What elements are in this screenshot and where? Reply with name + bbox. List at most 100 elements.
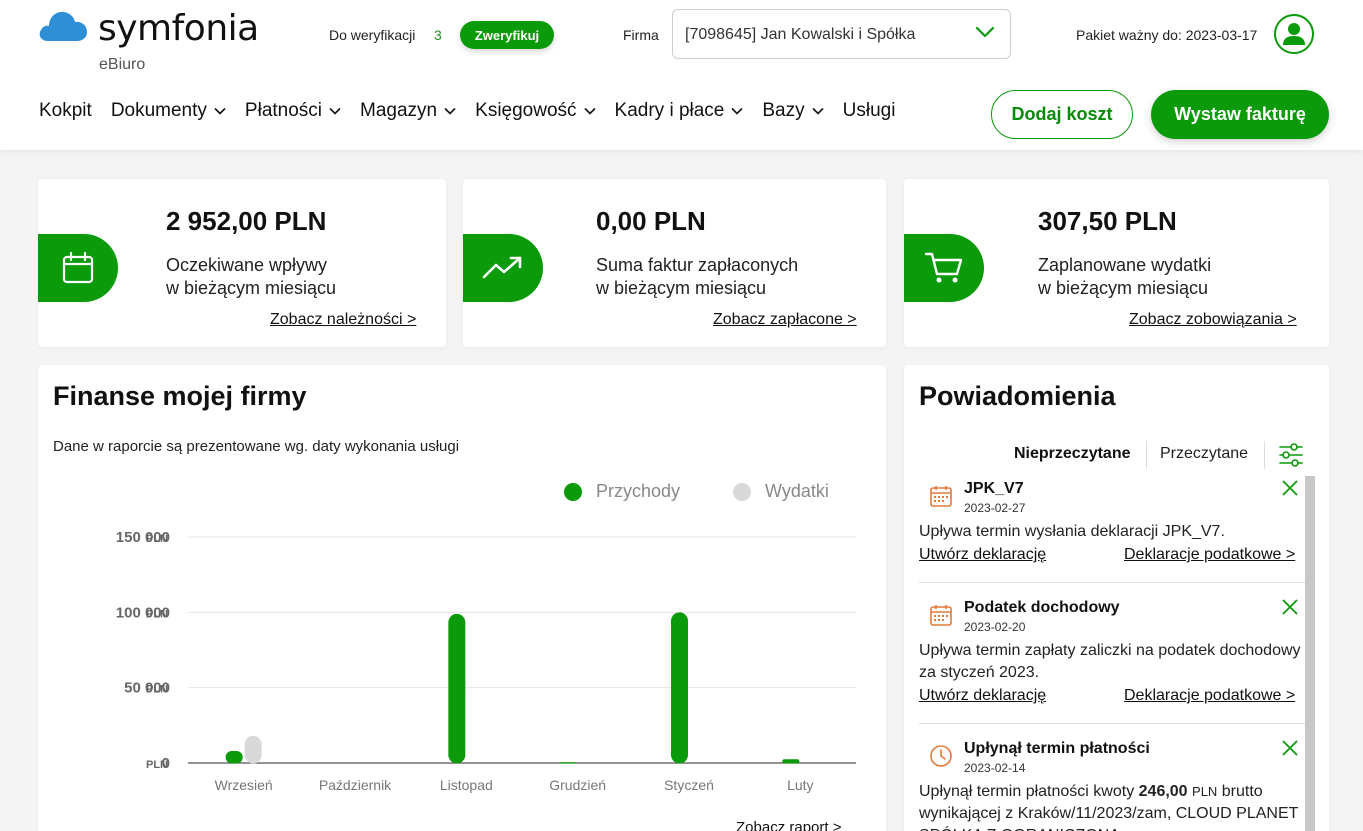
x-tick-label: Wrzesień (215, 777, 273, 793)
nav-item-uslugi[interactable]: Usługi (843, 100, 896, 122)
add-cost-button[interactable]: Dodaj koszt (991, 90, 1133, 139)
body-amount: 246,00 (1138, 783, 1188, 800)
chevron-down-icon (583, 107, 596, 115)
notification-title: Upłynął termin płatności (964, 740, 1150, 757)
close-icon[interactable] (1281, 739, 1299, 757)
finance-subtitle: Dane w raporcie są prezentowane wg. daty… (53, 438, 460, 455)
income-bar (448, 613, 466, 764)
calendar-icon (930, 486, 952, 507)
tax-declarations-link[interactable]: Deklaracje podatkowe > (1124, 546, 1295, 564)
x-tick-label: Październik (319, 777, 392, 793)
close-icon[interactable] (1281, 598, 1299, 616)
close-icon[interactable] (1281, 479, 1299, 497)
stat-description: Oczekiwane wpływy w bieżącym miesiącu (166, 255, 337, 298)
x-tick-label: Styczeń (664, 777, 714, 793)
user-icon (1283, 23, 1305, 45)
verify-button[interactable]: Zweryfikuj (460, 21, 554, 49)
x-tick-label: Luty (787, 777, 813, 793)
legend-item-income[interactable]: Przychody (564, 481, 680, 502)
nav-item-dokumenty[interactable]: Dokumenty (111, 100, 226, 122)
notification-body: Upłynął termin płatności kwoty 246,00 PL… (919, 781, 1305, 831)
notification-date: 2023-02-27 (964, 501, 1026, 515)
income-bar (225, 750, 243, 764)
verify-count: 3 (434, 27, 442, 43)
nav-item-label: Dokumenty (110, 100, 207, 121)
tab-unread[interactable]: Nieprzeczytane (1014, 445, 1131, 463)
notification-title: JPK_V7 (964, 480, 1024, 497)
stat-amount: 2 952,00 PLN (166, 206, 327, 236)
stat-amount: 307,50 PLN (1038, 206, 1177, 236)
notification-body: Upływa termin wysłania deklaracji JPK_V7… (919, 523, 1225, 540)
nav-item-kokpit[interactable]: Kokpit (39, 100, 92, 122)
firma-label: Firma (623, 27, 659, 43)
nav-item-label: Magazyn (360, 100, 438, 121)
logo[interactable]: symfonia eBiuro (38, 6, 278, 76)
issue-invoice-button[interactable]: Wystaw fakturę (1151, 90, 1329, 139)
income-bar (559, 762, 577, 764)
filter-sliders-icon[interactable] (1278, 441, 1304, 469)
nav-item-kadry[interactable]: Kadry i płace (615, 100, 744, 122)
nav-item-magazyn[interactable]: Magazyn (360, 100, 456, 122)
stat-card-incoming: 2 952,00 PLN Oczekiwane wpływy w bieżący… (38, 179, 446, 347)
body-text: Upłynął termin płatności kwoty (919, 783, 1139, 800)
legend-label: Przychody (596, 481, 681, 501)
chevron-down-icon (975, 26, 995, 38)
tab-divider (1146, 441, 1147, 469)
stat-link[interactable]: Zobacz zobowiązania > (1129, 311, 1297, 329)
user-avatar[interactable] (1274, 14, 1314, 54)
scrollbar-thumb[interactable] (1305, 476, 1315, 831)
cart-icon (924, 252, 963, 283)
trending-up-icon (482, 256, 522, 279)
clock-icon (930, 745, 952, 767)
tab-divider (1264, 441, 1265, 469)
stat-link[interactable]: Zobacz zapłacone > (713, 311, 857, 329)
chevron-down-icon (812, 107, 824, 115)
notifications-card: Powiadomienia Nieprzeczytane Przeczytane… (904, 365, 1329, 831)
y-tick-unit: PLN (146, 608, 168, 620)
expense-bar (244, 735, 262, 764)
x-tick-label: Listopad (440, 777, 493, 793)
notification-item: Upłynął termin płatności 2023-02-14 Upły… (919, 737, 1307, 831)
income-bar (782, 759, 800, 764)
y-tick-unit: PLN (146, 533, 168, 545)
divider (919, 582, 1307, 583)
legend-item-expenses[interactable]: Wydatki (733, 481, 829, 502)
brand-name: symfonia (98, 8, 259, 49)
nav-item-platnosci[interactable]: Płatności (245, 100, 341, 122)
notification-date: 2023-02-20 (964, 620, 1026, 634)
nav-item-label: Kokpit (39, 100, 92, 121)
income-bar (671, 612, 688, 764)
stat-description: Zaplanowane wydatki w bieżącym miesiącu (1038, 255, 1212, 298)
nav-item-bazy[interactable]: Bazy (762, 100, 824, 122)
x-tick-label: Grudzień (549, 777, 606, 793)
legend-dot (733, 482, 751, 501)
brand-product: eBiuro (99, 56, 146, 73)
chevron-down-icon (214, 107, 226, 115)
report-link[interactable]: Zobacz raport > (736, 819, 841, 831)
finance-card: Finanse mojej firmy Dane w raporcie są p… (38, 365, 886, 831)
tax-declarations-link[interactable]: Deklaracje podatkowe > (1124, 687, 1295, 705)
nav-item-label: Kadry i płace (614, 100, 725, 121)
nav-item-ksiegowosc[interactable]: Księgowość (475, 100, 596, 122)
stat-amount: 0,00 PLN (596, 206, 706, 236)
stat-link[interactable]: Zobacz należności > (270, 311, 416, 329)
verify-label: Do weryfikacji (329, 27, 416, 43)
legend-label: Wydatki (765, 481, 829, 501)
stat-card-planned: 307,50 PLN Zaplanowane wydatki w bieżący… (904, 179, 1329, 347)
y-tick-unit: PLN (146, 684, 168, 696)
finance-chart: 0PLN50 000PLN100 000PLN150 000PLNWrzesie… (116, 529, 856, 793)
cloud-logo-icon (39, 11, 87, 41)
stat-icon-badge (463, 234, 543, 302)
divider (919, 723, 1307, 724)
stat-icon-badge (38, 234, 118, 302)
package-validity: Pakiet ważny do: 2023-03-17 (1076, 27, 1258, 43)
firma-select[interactable]: [7098645] Jan Kowalski i Spółka (672, 9, 1011, 59)
create-declaration-link[interactable]: Utwórz deklarację (919, 687, 1046, 705)
notification-body: Upływa termin zapłaty zaliczki na podate… (919, 642, 1301, 681)
create-declaration-link[interactable]: Utwórz deklarację (919, 546, 1046, 564)
stat-icon-badge (904, 234, 984, 302)
tab-read[interactable]: Przeczytane (1160, 445, 1248, 463)
y-tick-unit: PLN (146, 759, 168, 771)
calendar-icon (62, 251, 94, 284)
nav-item-label: Księgowość (475, 100, 577, 121)
